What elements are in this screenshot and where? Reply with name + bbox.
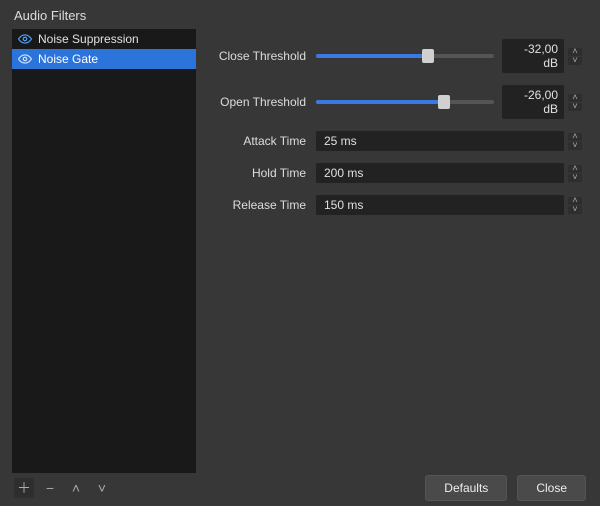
- slider-thumb[interactable]: [438, 95, 450, 109]
- filter-item-label: Noise Suppression: [38, 32, 139, 46]
- input-hold-time[interactable]: 200 ms: [316, 163, 564, 183]
- eye-icon[interactable]: [18, 32, 32, 46]
- slider-thumb[interactable]: [422, 49, 434, 63]
- input-attack-time[interactable]: 25 ms: [316, 131, 564, 151]
- spinner-down-icon[interactable]: ˅: [568, 103, 582, 111]
- label-hold-time: Hold Time: [216, 166, 316, 180]
- add-filter-button[interactable]: ＋: [14, 478, 34, 498]
- label-close-threshold: Close Threshold: [216, 49, 316, 63]
- chevron-down-icon: ˅: [98, 480, 106, 496]
- filter-item-noise-suppression[interactable]: Noise Suppression: [12, 29, 196, 49]
- spinner-attack-time[interactable]: ˄ ˅: [568, 133, 582, 150]
- settings-panel: Close Threshold -32,00 dB ˄ ˅ Open Thres…: [196, 29, 600, 473]
- slider-open-threshold[interactable]: [316, 100, 494, 104]
- filter-list: Noise Suppression Noise Gate: [12, 29, 196, 473]
- filter-tools: ＋ − ˄ ˅: [14, 478, 112, 498]
- remove-filter-button[interactable]: −: [40, 478, 60, 498]
- spinner-open-threshold[interactable]: ˄ ˅: [568, 94, 582, 111]
- spinner-close-threshold[interactable]: ˄ ˅: [568, 48, 582, 65]
- close-button[interactable]: Close: [517, 475, 586, 501]
- row-attack-time: Attack Time 25 ms ˄ ˅: [216, 131, 582, 151]
- spinner-release-time[interactable]: ˄ ˅: [568, 197, 582, 214]
- chevron-up-icon: ˄: [72, 480, 80, 496]
- filter-item-noise-gate[interactable]: Noise Gate: [12, 49, 196, 69]
- defaults-button[interactable]: Defaults: [425, 475, 507, 501]
- spinner-down-icon[interactable]: ˅: [568, 57, 582, 65]
- value-open-threshold[interactable]: -26,00 dB: [502, 85, 564, 119]
- window-title: Audio Filters: [0, 0, 600, 29]
- move-filter-up-button[interactable]: ˄: [66, 478, 86, 498]
- label-open-threshold: Open Threshold: [216, 95, 316, 109]
- main-area: Noise Suppression Noise Gate Close Thres…: [0, 29, 600, 473]
- label-attack-time: Attack Time: [216, 134, 316, 148]
- row-hold-time: Hold Time 200 ms ˄ ˅: [216, 163, 582, 183]
- spinner-down-icon[interactable]: ˅: [568, 174, 582, 182]
- row-close-threshold: Close Threshold -32,00 dB ˄ ˅: [216, 39, 582, 73]
- label-release-time: Release Time: [216, 198, 316, 212]
- plus-icon: ＋: [17, 478, 31, 498]
- row-open-threshold: Open Threshold -26,00 dB ˄ ˅: [216, 85, 582, 119]
- row-release-time: Release Time 150 ms ˄ ˅: [216, 195, 582, 215]
- minus-icon: −: [46, 480, 54, 496]
- spinner-down-icon[interactable]: ˅: [568, 206, 582, 214]
- slider-close-threshold[interactable]: [316, 54, 494, 58]
- spinner-down-icon[interactable]: ˅: [568, 142, 582, 150]
- value-close-threshold[interactable]: -32,00 dB: [502, 39, 564, 73]
- spinner-hold-time[interactable]: ˄ ˅: [568, 165, 582, 182]
- filter-item-label: Noise Gate: [38, 52, 98, 66]
- eye-icon[interactable]: [18, 52, 32, 66]
- footer: ＋ − ˄ ˅ Defaults Close: [0, 470, 600, 506]
- move-filter-down-button[interactable]: ˅: [92, 478, 112, 498]
- input-release-time[interactable]: 150 ms: [316, 195, 564, 215]
